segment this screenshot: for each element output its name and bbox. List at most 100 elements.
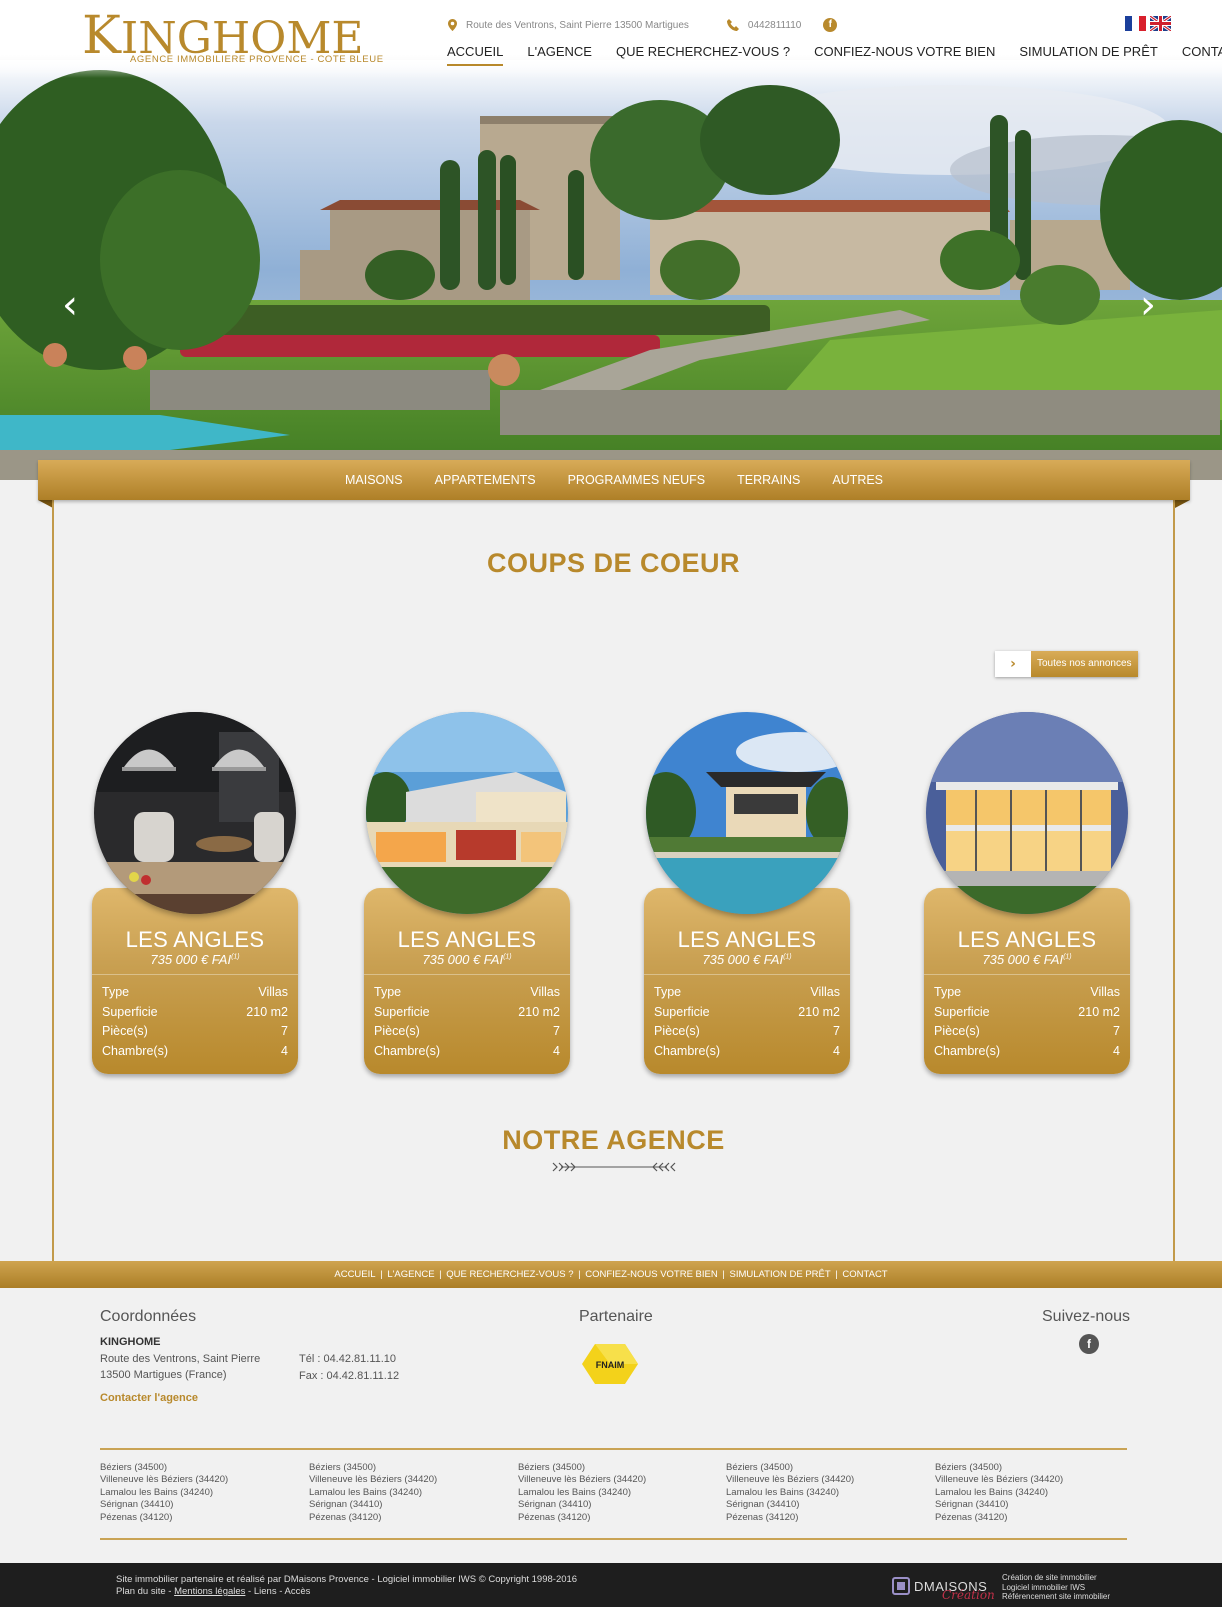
city-link[interactable]: Pézenas (34120)	[935, 1512, 1063, 1524]
spec-value: 4	[553, 1043, 560, 1058]
panel-divider	[92, 974, 298, 975]
city-link[interactable]: Villeneuve lès Béziers (34420)	[726, 1474, 854, 1486]
logo-initial: K	[82, 6, 121, 66]
fnaim-logo-text: FNAIM	[596, 1360, 625, 1370]
city-link[interactable]: Lamalou les Bains (34240)	[309, 1487, 437, 1499]
property-photo[interactable]	[926, 712, 1128, 914]
spec-value: 7	[833, 1024, 840, 1038]
slider-next-button[interactable]: ›	[1140, 285, 1156, 325]
city-link[interactable]: Sérignan (34410)	[935, 1499, 1063, 1511]
header-phone[interactable]: 0442811110	[748, 20, 801, 31]
sitemap-link[interactable]: Plan du site	[116, 1586, 166, 1597]
property-card[interactable]: LES ANGLES 735 000 € FAI(1) Type Villas S…	[364, 712, 570, 1074]
dmaisons-logo[interactable]: DMAISONS Création	[892, 1571, 995, 1602]
spec-label: Superficie	[374, 1004, 430, 1019]
property-photo[interactable]	[366, 712, 568, 914]
category-terrains[interactable]: TERRAINS	[737, 473, 800, 487]
category-autres[interactable]: AUTRES	[832, 473, 883, 487]
dmaisons-service-link[interactable]: Création de site immobilier	[1002, 1573, 1110, 1583]
property-photo[interactable]	[94, 712, 296, 914]
property-specs: Type Villas Superficie 210 m2 Pièce(s) 7 Ch…	[374, 983, 560, 1061]
site-header: KINGHOME AGENCE IMMOBILIERE PROVENCE - C…	[0, 0, 1222, 78]
property-card[interactable]: LES ANGLES 735 000 € FAI(1) Type Villas S…	[924, 712, 1130, 1074]
access-link[interactable]: Accès	[285, 1586, 311, 1597]
category-programmes-neufs[interactable]: PROGRAMMES NEUFS	[568, 473, 706, 487]
city-link[interactable]: Villeneuve lès Béziers (34420)	[935, 1474, 1063, 1486]
footer-tel[interactable]: Tél : 04.42.81.11.10	[299, 1351, 399, 1368]
footer-nav-simulation[interactable]: SIMULATION DE PRÊT	[729, 1269, 830, 1280]
address-line: Route des Ventrons, Saint Pierre	[100, 1353, 261, 1365]
city-link[interactable]: Béziers (34500)	[726, 1462, 854, 1474]
city-link[interactable]: Sérignan (34410)	[100, 1499, 228, 1511]
city-links-column: Béziers (34500) Villeneuve lès Béziers (…	[309, 1462, 437, 1524]
property-specs: Type Villas Superficie 210 m2 Pièce(s) 7 Ch…	[934, 983, 1120, 1061]
property-card[interactable]: LES ANGLES 735 000 € FAI(1) Type Villas S…	[92, 712, 298, 1074]
dmaisons-service-link[interactable]: Logiciel immobilier IWS	[1002, 1583, 1110, 1593]
footer-heading-suivez: Suivez-nous	[1042, 1308, 1131, 1325]
footer-nav-agence[interactable]: L'AGENCE	[387, 1269, 434, 1280]
spec-row-type: Type Villas	[654, 983, 840, 1003]
price-footnote: (1)	[783, 953, 792, 961]
footer-address: Route des Ventrons, Saint Pierre 13500 M…	[100, 1351, 260, 1383]
spec-label: Superficie	[102, 1004, 158, 1019]
fr-flag-icon[interactable]	[1125, 16, 1146, 31]
city-link[interactable]: Sérignan (34410)	[726, 1499, 854, 1511]
city-link[interactable]: Béziers (34500)	[309, 1462, 437, 1474]
legal-mentions-link[interactable]: Mentions légales	[174, 1586, 245, 1597]
property-photo[interactable]	[646, 712, 848, 914]
hero-slider[interactable]: ‹ ›	[0, 60, 1222, 480]
facebook-icon[interactable]: f	[823, 18, 838, 32]
location-pin-icon	[448, 19, 457, 31]
city-link[interactable]: Sérignan (34410)	[518, 1499, 646, 1511]
slider-prev-button[interactable]: ‹	[62, 285, 78, 325]
footer-nav-accueil[interactable]: ACCUEIL	[334, 1269, 375, 1280]
property-price: 735 000 € FAI(1)	[924, 952, 1130, 967]
city-link[interactable]: Lamalou les Bains (34240)	[726, 1487, 854, 1499]
section-title-notre-agence: NOTRE AGENCE	[502, 1125, 725, 1155]
city-link[interactable]: Pézenas (34120)	[726, 1512, 854, 1524]
phone-icon	[726, 19, 739, 31]
city-link[interactable]: Béziers (34500)	[518, 1462, 646, 1474]
panel-divider	[924, 974, 1130, 975]
spec-row-type: Type Villas	[934, 983, 1120, 1003]
facebook-icon[interactable]: f	[1079, 1334, 1099, 1354]
footer-nav: ACCUEIL | L'AGENCE | QUE RECHERCHEZ-VOUS…	[0, 1261, 1222, 1288]
nav-item-simulation[interactable]: SIMULATION DE PRÊT	[1019, 44, 1157, 66]
nav-item-agence[interactable]: L'AGENCE	[527, 44, 592, 66]
city-link[interactable]: Villeneuve lès Béziers (34420)	[518, 1474, 646, 1486]
nav-item-confiez[interactable]: CONFIEZ-NOUS VOTRE BIEN	[814, 44, 995, 66]
contact-agency-link[interactable]: Contacter l'agence	[100, 1392, 198, 1404]
city-link[interactable]: Béziers (34500)	[935, 1462, 1063, 1474]
city-link[interactable]: Villeneuve lès Béziers (34420)	[309, 1474, 437, 1486]
city-link[interactable]: Béziers (34500)	[100, 1462, 228, 1474]
uk-flag-icon[interactable]	[1150, 16, 1171, 31]
city-link[interactable]: Pézenas (34120)	[518, 1512, 646, 1524]
site-logo[interactable]: KINGHOME AGENCE IMMOBILIERE PROVENCE - C…	[82, 10, 383, 65]
footer-phone-fax: Tél : 04.42.81.11.10 Fax : 04.42.81.11.1…	[299, 1351, 399, 1385]
nav-item-contact[interactable]: CONTACT	[1182, 44, 1222, 66]
dmaisons-service-link[interactable]: Référencement site immobilier	[1002, 1592, 1110, 1602]
city-link[interactable]: Villeneuve lès Béziers (34420)	[100, 1474, 228, 1486]
spec-row-type: Type Villas	[102, 983, 288, 1003]
spec-row-pieces: Pièce(s) 7	[374, 1022, 560, 1042]
city-link[interactable]: Pézenas (34120)	[100, 1512, 228, 1524]
spec-label: Pièce(s)	[934, 1024, 980, 1038]
nav-item-accueil[interactable]: ACCUEIL	[447, 44, 504, 66]
city-link[interactable]: Lamalou les Bains (34240)	[100, 1487, 228, 1499]
city-link[interactable]: Lamalou les Bains (34240)	[935, 1487, 1063, 1499]
nav-item-recherche[interactable]: QUE RECHERCHEZ-VOUS ?	[616, 44, 790, 66]
footer-nav-recherche[interactable]: QUE RECHERCHEZ-VOUS ?	[446, 1269, 573, 1280]
footer-nav-confiez[interactable]: CONFIEZ-NOUS VOTRE BIEN	[585, 1269, 717, 1280]
links-link[interactable]: Liens	[254, 1586, 277, 1597]
footer-agency-name: KINGHOME	[100, 1336, 161, 1348]
property-card[interactable]: LES ANGLES 735 000 € FAI(1) Type Villas S…	[644, 712, 850, 1074]
footer-nav-contact[interactable]: CONTACT	[842, 1269, 887, 1280]
city-link[interactable]: Sérignan (34410)	[309, 1499, 437, 1511]
city-link[interactable]: Lamalou les Bains (34240)	[518, 1487, 646, 1499]
all-listings-button[interactable]: › Toutes nos annonces	[995, 651, 1138, 677]
city-link[interactable]: Pézenas (34120)	[309, 1512, 437, 1524]
spec-label: Type	[102, 985, 130, 999]
category-maisons[interactable]: MAISONS	[345, 473, 403, 487]
fnaim-partner-logo[interactable]: FNAIM	[580, 1342, 640, 1386]
category-appartements[interactable]: APPARTEMENTS	[435, 473, 536, 487]
